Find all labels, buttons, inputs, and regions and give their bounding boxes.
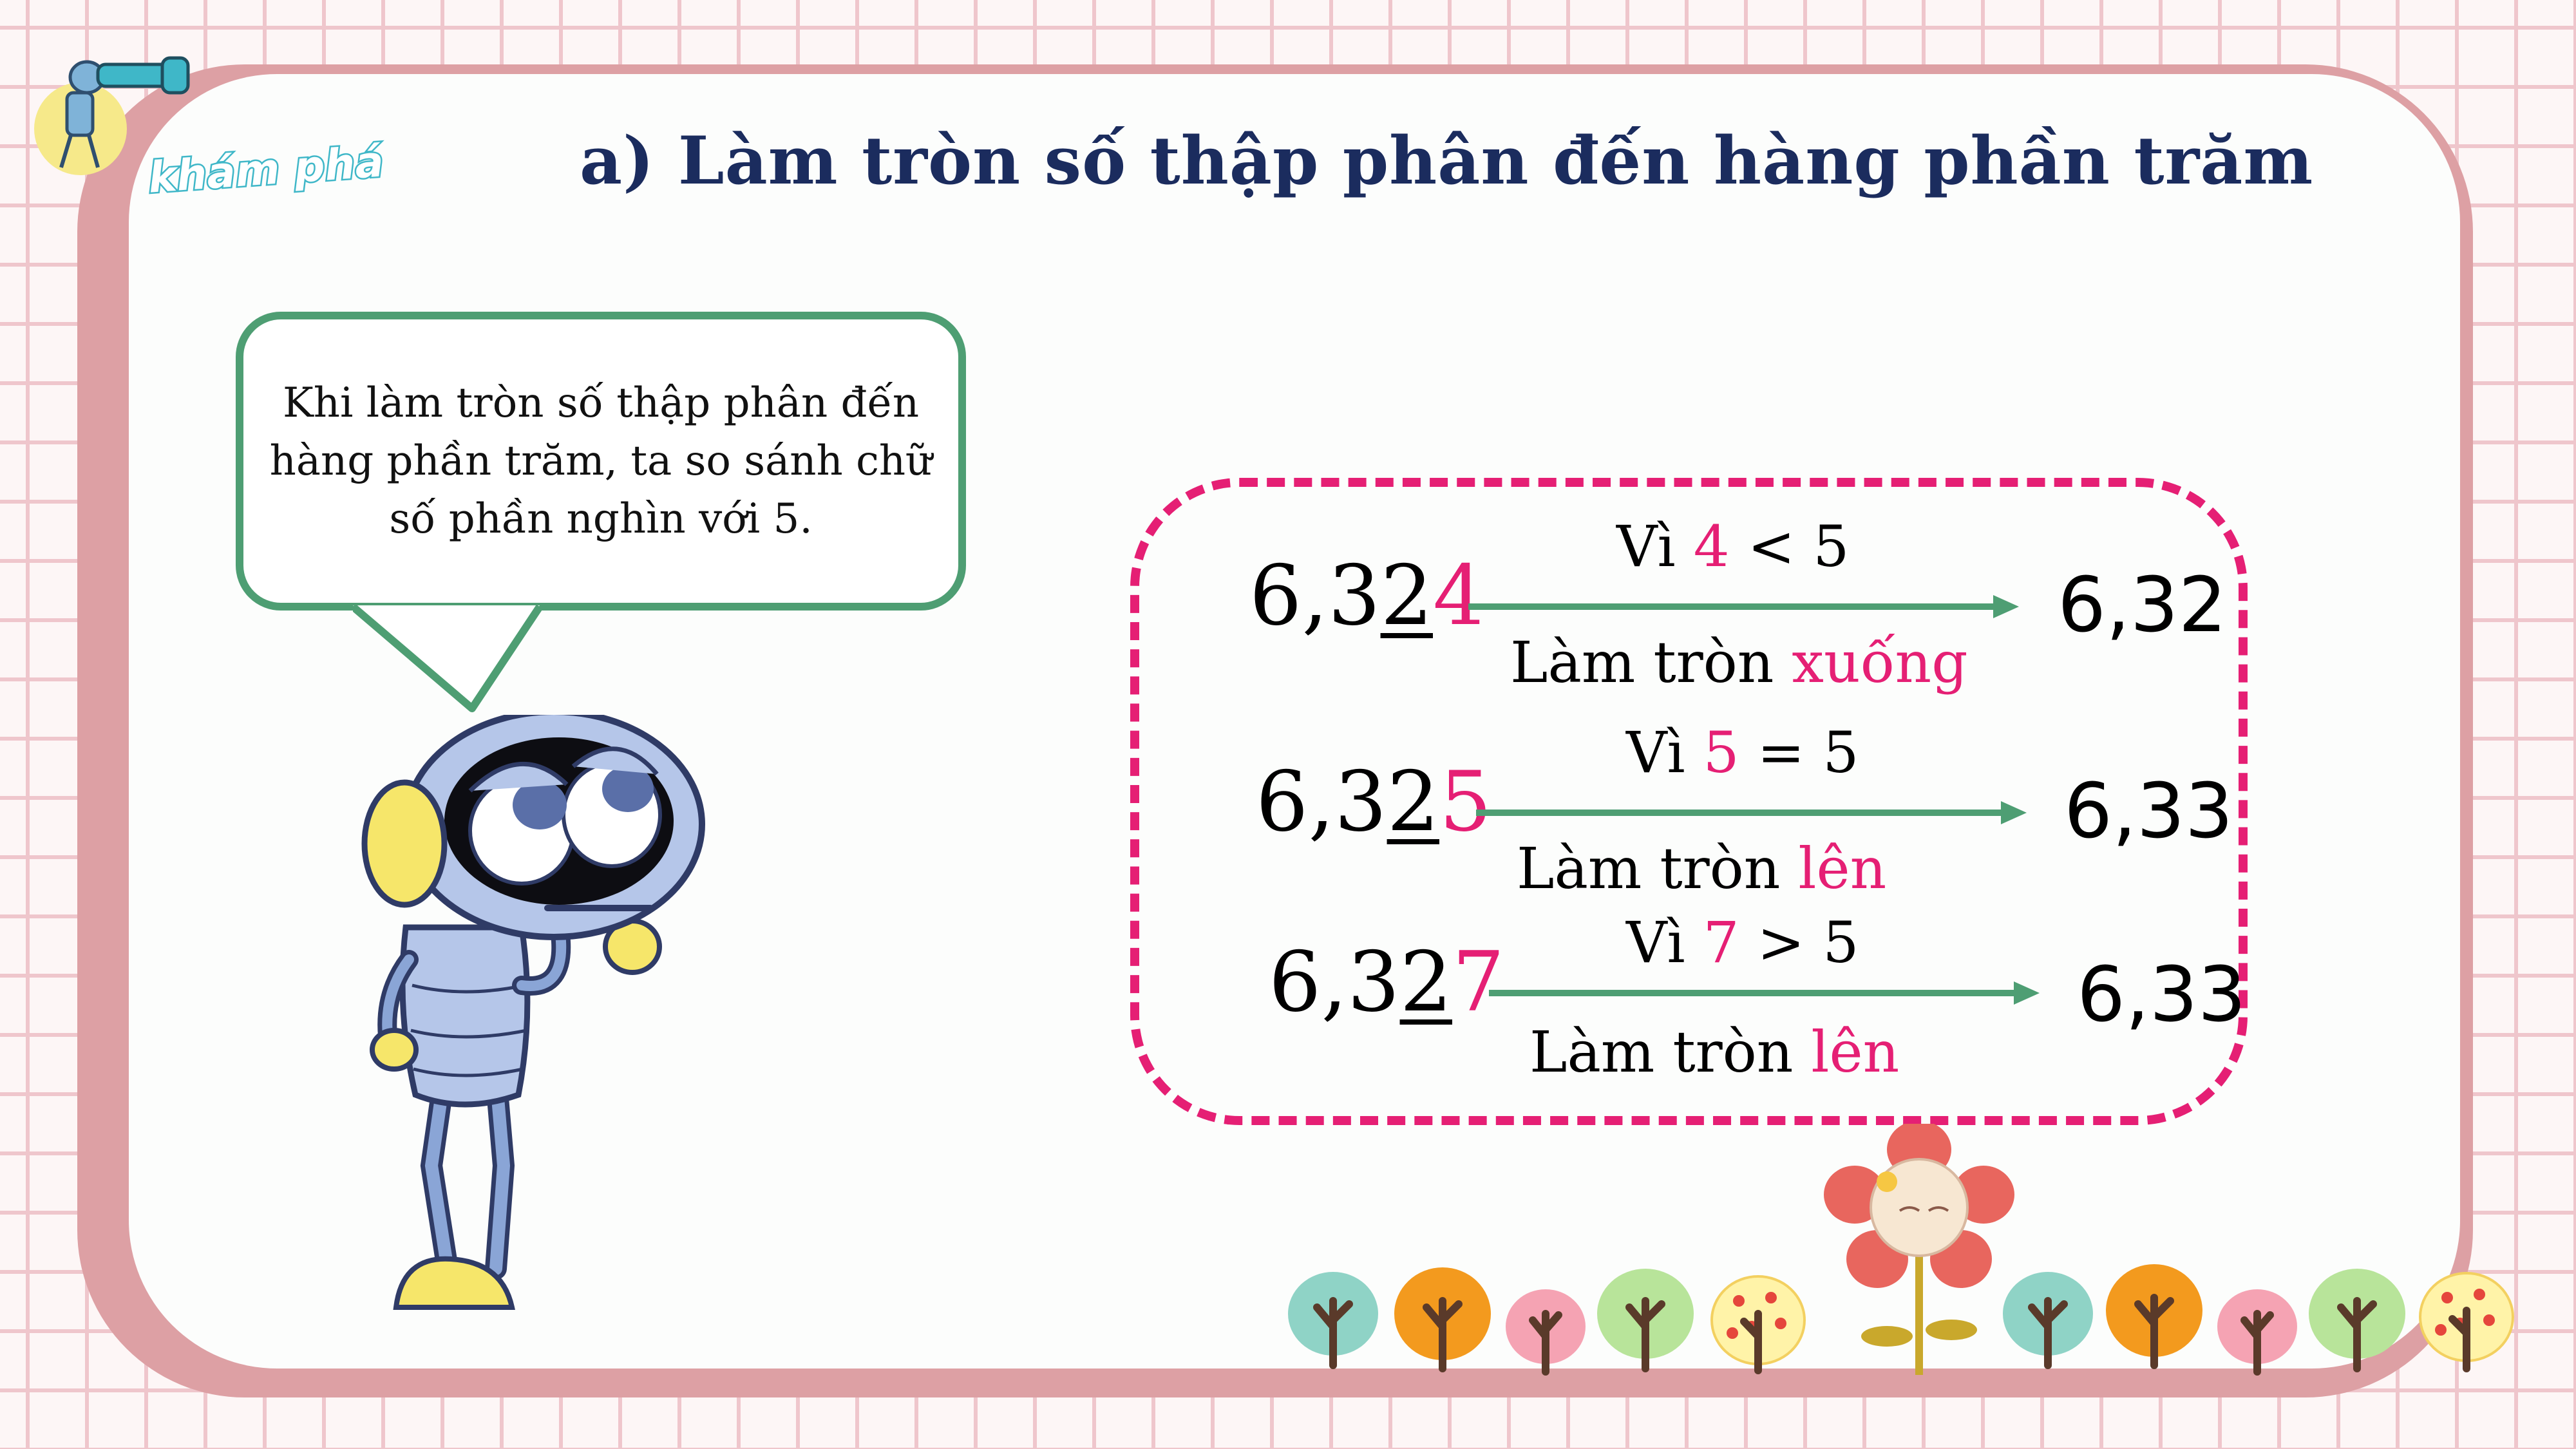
example-reason-2: Vì 5 = 5: [1626, 719, 1859, 786]
example-number-2: 6,325: [1256, 754, 1492, 850]
arrow-right-icon: [1489, 981, 2040, 1005]
example-result-1: 6,32: [2058, 560, 2227, 649]
speech-bubble-tail: [353, 603, 543, 712]
example-action-1: Làm tròn xuống: [1510, 629, 1968, 696]
example-reason-1: Vì 4 < 5: [1616, 513, 1850, 580]
example-action-2: Làm tròn lên: [1517, 835, 1887, 902]
example-result-2: 6,33: [2064, 766, 2233, 855]
explore-badge: khám phá: [26, 39, 387, 204]
example-action-3: Làm tròn lên: [1530, 1019, 1900, 1085]
robot-illustration: [361, 715, 705, 1310]
slide-title: a) Làm tròn số thập phân đến hàng phần t…: [580, 122, 2314, 200]
example-reason-3: Vì 7 > 5: [1626, 909, 1859, 976]
example-number-3: 6,327: [1269, 934, 1505, 1030]
arrow-right-icon: [1476, 801, 2027, 824]
speech-bubble-text: Khi làm tròn số thập phân đến hàng phần …: [269, 379, 933, 543]
example-number-1: 6,324: [1249, 548, 1486, 644]
tree-icon: [1288, 1272, 1378, 1369]
arrow-right-icon: [1468, 595, 2019, 618]
trees-decoration: [1288, 1264, 2514, 1376]
speech-bubble: Khi làm tròn số thập phân đến hàng phần …: [236, 312, 966, 611]
example-result-3: 6,33: [2077, 950, 2246, 1039]
